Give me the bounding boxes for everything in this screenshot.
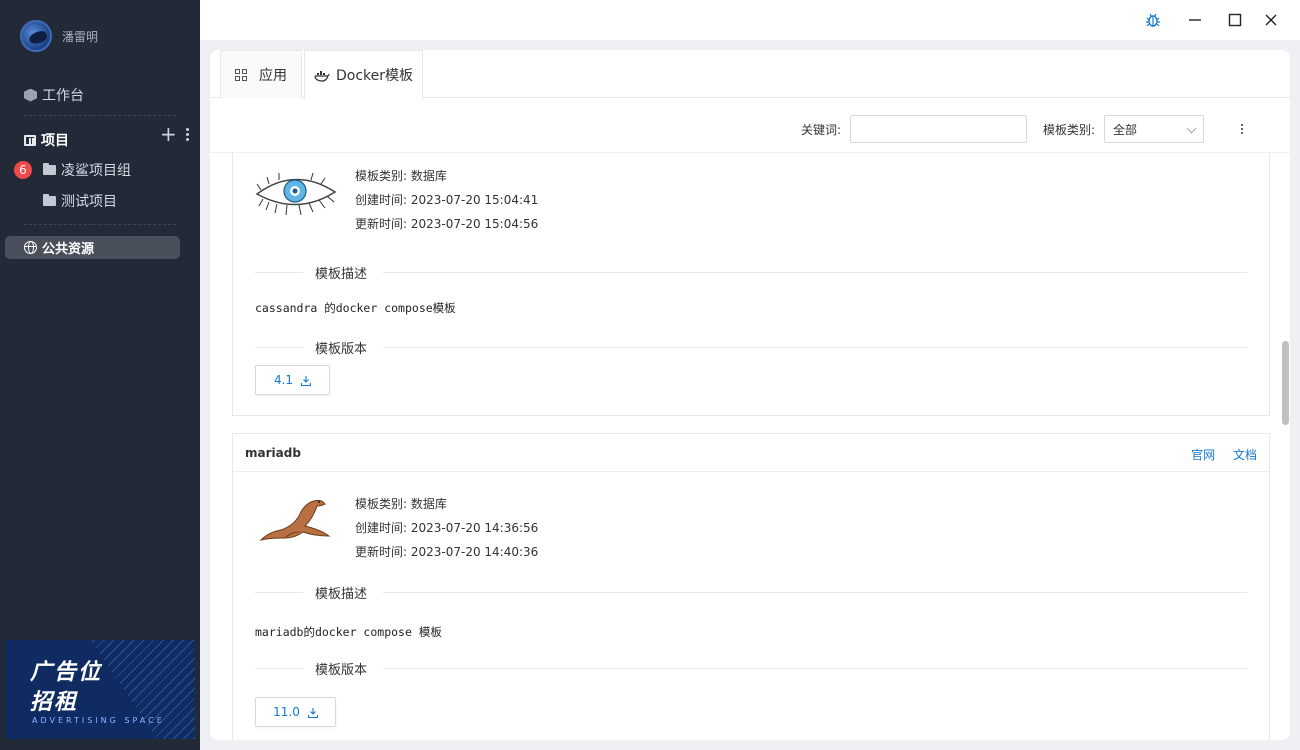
card-header: mariadb 官网 文档 (233, 434, 1269, 472)
ad-banner[interactable]: 广告位 招租 ADVERTISING SPACE (6, 640, 195, 739)
section-title: 模板版本 (315, 663, 368, 678)
card-links: 官网 文档 (1177, 446, 1257, 463)
scrollbar-thumb[interactable] (1282, 341, 1289, 425)
sidebar-item-label: 项目 (41, 133, 69, 149)
close-icon[interactable] (1262, 11, 1280, 29)
section-versions: 模板版本 (255, 337, 1247, 357)
tab-docker-templates[interactable]: Docker模板 (304, 50, 423, 99)
version-label: 4.1 (273, 373, 294, 387)
title-bar (200, 0, 1300, 40)
minimize-icon[interactable] (1186, 11, 1204, 29)
sidebar: 潘雷明 工作台 项目 + 6 凌鲨项目组 测试项目 公共资源 广告位 招租 AD… (0, 0, 200, 750)
template-category: 模板类别: 数据库 (355, 169, 447, 183)
sidebar-item-project-group[interactable]: 凌鲨项目组 (43, 160, 131, 180)
template-created: 创建时间: 2023-07-20 14:36:56 (355, 521, 539, 535)
chevron-down-icon (1186, 123, 1197, 134)
user-profile[interactable]: 潘雷明 (20, 20, 98, 52)
section-description: 模板描述 (255, 262, 1247, 282)
divider (24, 224, 176, 225)
cube-icon (24, 88, 37, 102)
tab-label: Docker模板 (335, 68, 414, 84)
globe-icon (24, 241, 37, 254)
card-title: mariadb (245, 445, 301, 460)
bug-icon[interactable] (1144, 11, 1162, 29)
template-card: mariadb 官网 文档 模板类别: 数据库 创建时间: 2023-07-20… (232, 433, 1270, 740)
grid-icon (235, 68, 247, 81)
category-filter: 模板类别: (1043, 115, 1095, 143)
section-title: 模板描述 (315, 267, 368, 282)
folder-icon (43, 163, 56, 175)
download-icon (307, 707, 318, 719)
download-icon (300, 375, 312, 387)
template-description: cassandra 的docker compose模板 (255, 301, 456, 315)
vertical-scrollbar[interactable] (1280, 153, 1290, 740)
ad-subtitle: ADVERTISING SPACE (32, 716, 165, 725)
keyword-input[interactable] (850, 115, 1027, 143)
template-description: mariadb的docker compose 模板 (255, 625, 442, 639)
template-list: cassandra 模板类别: 数据库 创建时间: 2023-07-20 15:… (210, 152, 1290, 740)
template-meta: 模板类别: 数据库 创建时间: 2023-07-20 15:04:41 更新时间… (355, 164, 538, 236)
ad-title-line2: 招租 (30, 690, 79, 715)
section-versions: 模板版本 (255, 658, 1247, 678)
cassandra-eye-logo (255, 172, 337, 216)
sidebar-item-label: 凌鲨项目组 (61, 163, 131, 179)
template-updated: 更新时间: 2023-07-20 14:40:36 (355, 545, 539, 559)
main-panel: 应用 Docker模板 关键词: 模板类别: 全部 cassandra (210, 50, 1290, 740)
template-meta: 模板类别: 数据库 创建时间: 2023-07-20 14:36:56 更新时间… (355, 492, 538, 564)
version-download-button[interactable]: 11.0 (255, 697, 336, 727)
avatar[interactable] (20, 20, 52, 52)
official-site-link[interactable]: 官网 (1191, 448, 1215, 462)
add-project-button[interactable]: + (160, 124, 177, 144)
divider (24, 115, 176, 116)
more-options-icon[interactable] (1241, 124, 1244, 136)
version-download-button[interactable]: 4.1 (255, 365, 330, 395)
more-options-icon[interactable] (186, 128, 190, 143)
section-title: 模板描述 (315, 587, 368, 602)
keyword-label: 关键词: (801, 122, 842, 137)
folder-icon (43, 194, 56, 206)
template-card: cassandra 模板类别: 数据库 创建时间: 2023-07-20 15:… (232, 153, 1270, 416)
notification-badge: 6 (14, 161, 32, 179)
mariadb-seal-logo (259, 499, 331, 541)
project-icon (24, 134, 36, 146)
template-created: 创建时间: 2023-07-20 15:04:41 (355, 193, 539, 207)
sidebar-item-test-project[interactable]: 测试项目 (43, 191, 117, 211)
category-select[interactable]: 全部 (1104, 115, 1204, 143)
sidebar-item-label: 测试项目 (61, 194, 117, 210)
template-updated: 更新时间: 2023-07-20 15:04:56 (355, 217, 539, 231)
keyword-filter: 关键词: (801, 115, 841, 143)
sidebar-item-public-resources[interactable]: 公共资源 (5, 236, 180, 259)
section-description: 模板描述 (255, 582, 1247, 602)
template-category: 模板类别: 数据库 (355, 497, 447, 511)
section-title: 模板版本 (315, 342, 368, 357)
tab-bar: 应用 Docker模板 (210, 50, 1290, 99)
maximize-icon[interactable] (1226, 11, 1244, 29)
version-label: 11.0 (273, 705, 300, 719)
tab-label: 应用 (259, 67, 287, 84)
docs-link[interactable]: 文档 (1233, 448, 1257, 462)
username: 潘雷明 (62, 29, 99, 44)
ad-title-line1: 广告位 (30, 660, 103, 685)
sidebar-item-label: 工作台 (42, 88, 84, 104)
sidebar-item-label: 公共资源 (42, 242, 95, 257)
category-value: 全部 (1113, 122, 1138, 137)
docker-whale-icon (314, 70, 330, 82)
sidebar-projects-header[interactable]: 项目 (24, 130, 69, 150)
category-label: 模板类别: (1043, 122, 1096, 137)
tab-apps[interactable]: 应用 (220, 50, 302, 98)
sidebar-item-workbench[interactable]: 工作台 (24, 85, 84, 105)
